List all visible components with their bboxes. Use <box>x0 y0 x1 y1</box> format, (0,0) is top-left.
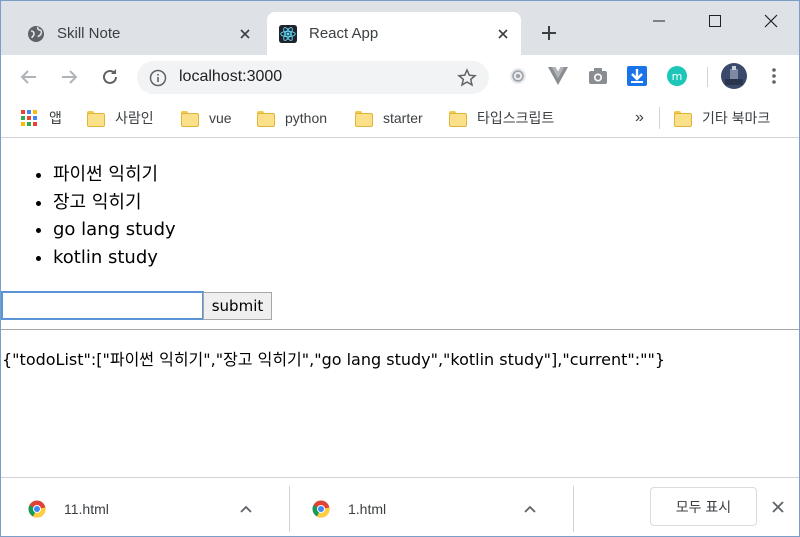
close-tab-icon[interactable] <box>233 22 257 46</box>
bookmark-star-icon[interactable] <box>457 68 477 88</box>
tab-react-app[interactable]: React App <box>267 12 521 55</box>
chrome-file-icon <box>28 500 46 518</box>
forward-arrow-icon[interactable] <box>57 65 81 89</box>
download-filename: 1.html <box>348 501 387 517</box>
globe-icon <box>27 25 45 43</box>
minimize-icon[interactable] <box>631 1 687 41</box>
browser-window: Skill Note React App localhost:3000 m 앱 … <box>0 0 800 537</box>
bookmark-folder-starter[interactable]: starter <box>355 108 423 128</box>
download-shelf: 11.html 1.html 모두 표시 <box>1 477 799 536</box>
state-json-output: {"todoList":["파이썬 익히기","장고 익히기","go lang… <box>2 350 666 369</box>
todo-list: 파이썬 익히기 장고 익히기 go lang study kotlin stud… <box>53 163 176 273</box>
folder-icon <box>87 111 105 127</box>
bookmark-folder-saramin[interactable]: 사람인 <box>87 108 154 128</box>
todo-item: 파이썬 익히기 <box>53 163 176 191</box>
bookmark-label: 앱 <box>49 110 62 126</box>
bookmark-apps[interactable]: 앱 <box>21 108 62 128</box>
todo-item: 장고 익히기 <box>53 191 176 219</box>
download-item[interactable]: 11.html <box>1 486 287 532</box>
download-divider <box>573 486 574 532</box>
tab-title: React App <box>309 25 379 42</box>
mercury-extension-icon[interactable]: m <box>666 65 688 87</box>
bookmarks-divider <box>659 107 660 129</box>
close-window-icon[interactable] <box>743 1 799 41</box>
bookmark-label: python <box>285 110 328 126</box>
new-tab-plus-icon[interactable] <box>537 21 561 45</box>
url-text: localhost:3000 <box>179 68 283 85</box>
tab-title: Skill Note <box>57 25 121 42</box>
chrome-file-icon <box>312 500 330 518</box>
bookmark-label: 기타 북마크 <box>702 110 771 126</box>
tab-strip: Skill Note React App <box>1 1 799 55</box>
back-arrow-icon[interactable] <box>17 65 41 89</box>
bookmarks-bar: 앱 사람인 vue python starter 타입스크립트 » 기타 북마크 <box>1 99 799 138</box>
bookmark-folder-python[interactable]: python <box>257 108 327 128</box>
todo-item: go lang study <box>53 218 176 246</box>
show-all-downloads-button[interactable]: 모두 표시 <box>650 487 757 526</box>
todo-input[interactable] <box>1 291 204 320</box>
bookmark-label: vue <box>209 110 232 126</box>
reload-icon[interactable] <box>98 65 122 89</box>
address-bar[interactable]: localhost:3000 <box>137 61 489 94</box>
toolbar-divider <box>707 67 708 87</box>
maximize-icon[interactable] <box>687 1 743 41</box>
folder-icon <box>674 111 692 127</box>
camera-icon[interactable] <box>587 65 609 87</box>
close-tab-icon[interactable] <box>491 22 515 46</box>
svg-text:m: m <box>672 70 683 83</box>
tab-skill-note[interactable]: Skill Note <box>15 12 263 55</box>
folder-icon <box>181 111 199 127</box>
bookmark-label: starter <box>383 110 423 126</box>
chevron-up-icon[interactable] <box>236 499 256 519</box>
todo-item: kotlin study <box>53 246 176 274</box>
bookmark-label: 사람인 <box>115 110 154 126</box>
apps-grid-icon <box>21 110 37 126</box>
bookmark-folder-vue[interactable]: vue <box>181 108 232 128</box>
browser-toolbar: localhost:3000 m <box>1 55 799 99</box>
bookmark-label: 타입스크립트 <box>477 110 555 126</box>
info-icon[interactable] <box>149 69 167 87</box>
page-content: 파이썬 익히기 장고 익히기 go lang study kotlin stud… <box>1 139 799 477</box>
bookmark-folder-other[interactable]: 기타 북마크 <box>674 108 770 128</box>
bookmark-folder-typescript[interactable]: 타입스크립트 <box>449 108 554 128</box>
bookmarks-overflow-chevron[interactable]: » <box>635 108 644 128</box>
download-filename: 11.html <box>64 501 109 517</box>
download-arrow-icon[interactable] <box>626 65 648 87</box>
profile-avatar[interactable] <box>721 63 747 89</box>
react-icon <box>279 24 297 43</box>
folder-icon <box>449 111 467 127</box>
horizontal-rule <box>1 329 799 330</box>
folder-icon <box>355 111 373 127</box>
download-item[interactable]: 1.html <box>285 486 571 532</box>
vue-devtools-icon[interactable] <box>547 65 569 87</box>
submit-button[interactable]: submit <box>203 292 272 320</box>
extension-target-icon[interactable] <box>507 65 529 87</box>
close-shelf-icon[interactable] <box>767 496 789 518</box>
kebab-menu-icon[interactable] <box>763 65 785 87</box>
folder-icon <box>257 111 275 127</box>
chevron-up-icon[interactable] <box>520 499 540 519</box>
